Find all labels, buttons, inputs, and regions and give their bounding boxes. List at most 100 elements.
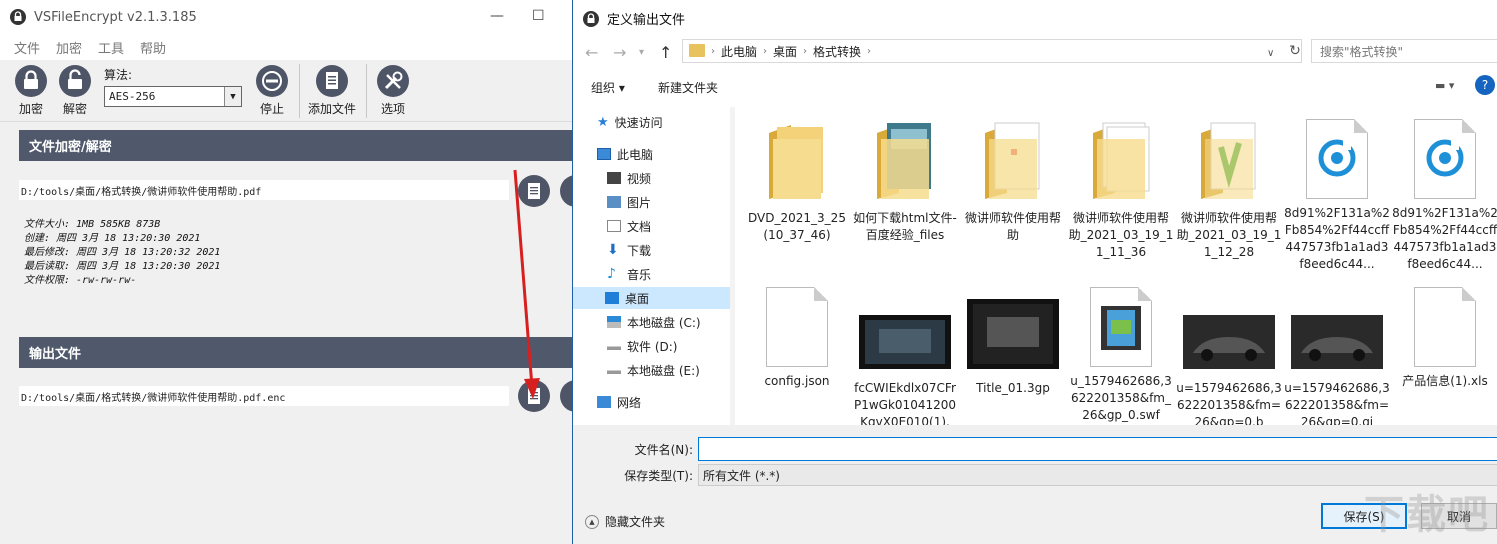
folder-icon xyxy=(769,125,823,199)
file-item[interactable]: 8d91%2F131a%2Fb854%2Ff44ccff447573fb1a1a… xyxy=(1392,119,1497,273)
recent-chevron-icon[interactable]: ▾ xyxy=(639,47,644,58)
view-options-icon[interactable]: ▬ ▾ xyxy=(1435,79,1454,92)
nav-downloads[interactable]: ⬇ 下载 xyxy=(607,239,651,261)
nav-disk-c[interactable]: 本地磁盘 (C:) xyxy=(607,311,701,333)
algorithm-select[interactable]: AES-256 ▼ xyxy=(104,86,242,107)
command-bar: 组织 ▾ 新建文件夹 ▬ ▾ ? xyxy=(573,67,1497,107)
chevron-down-icon[interactable]: ∨ xyxy=(1267,48,1274,59)
minimize-button[interactable]: — xyxy=(490,8,504,24)
file-item[interactable]: 微讲师软件使用帮助_2021_03_19_11_11_36 xyxy=(1068,119,1174,261)
organize-button[interactable]: 组织 ▾ xyxy=(591,79,625,96)
app-title: VSFileEncrypt v2.1.3.185 xyxy=(34,9,197,25)
file-item[interactable]: Title_01.3gp xyxy=(960,287,1066,397)
nav-scrollbar[interactable] xyxy=(730,107,735,425)
nav-downloads-label: 下载 xyxy=(627,243,652,258)
nav-this-pc-label: 此电脑 xyxy=(617,147,654,162)
nav-documents-label: 文档 xyxy=(627,219,652,234)
nav-documents[interactable]: 文档 xyxy=(607,215,651,237)
menu-file[interactable]: 文件 xyxy=(14,38,40,57)
nav-music[interactable]: ♪ 音乐 xyxy=(607,263,651,285)
file-list: DVD_2021_3_25 (10_37_46) 如何下载html文件-百度经验… xyxy=(736,107,1497,425)
file-name: u=1579462686,3622201358&fm=26&gp=0.gi xyxy=(1284,381,1390,425)
lock-open-icon xyxy=(59,65,91,97)
file-item[interactable]: 如何下载html文件-百度经验_files xyxy=(852,119,958,244)
organize-label: 组织 xyxy=(591,81,616,95)
filetype-label: 保存类型(T): xyxy=(624,469,693,483)
desktop-icon xyxy=(605,292,619,304)
nav-desktop[interactable]: 桌面 xyxy=(573,287,730,309)
nav-disk-c-label: 本地磁盘 (C:) xyxy=(627,315,701,330)
dialog-bottom-panel: 文件名(N): 保存类型(T): 所有文件 (*.*) ▲ 隐藏文件夹 保存(S… xyxy=(573,425,1497,544)
file-name: 如何下载html文件-百度经验_files xyxy=(853,211,957,242)
menu-help[interactable]: 帮助 xyxy=(140,38,166,57)
nav-music-label: 音乐 xyxy=(627,267,652,282)
nav-videos-label: 视频 xyxy=(627,171,652,186)
document-icon xyxy=(528,183,540,199)
add-file-button[interactable]: 添加文件 xyxy=(308,64,356,117)
nav-network[interactable]: 网络 xyxy=(597,391,641,413)
maximize-button[interactable]: ☐ xyxy=(532,8,545,24)
decrypt-button[interactable]: 解密 xyxy=(58,64,92,117)
output-path-field[interactable]: D:/tools/桌面/格式转换/微讲师软件使用帮助.pdf.enc xyxy=(19,386,509,406)
app-menubar: 文件 加密 工具 帮助 xyxy=(0,34,574,60)
options-button[interactable]: 选项 xyxy=(376,64,410,117)
breadcrumb-format-convert[interactable]: 格式转换 xyxy=(813,43,861,60)
file-item[interactable]: DVD_2021_3_25 (10_37_46) xyxy=(744,119,850,244)
file-item[interactable]: u=1579462686,3622201358&fm=26&gp=0.b xyxy=(1176,287,1282,425)
nav-this-pc[interactable]: 此电脑 xyxy=(597,143,653,165)
refresh-icon[interactable]: ↻ xyxy=(1283,39,1307,63)
file-item[interactable]: u_1579462686,3622201358&fm_26&gp_0.swf xyxy=(1068,287,1174,424)
toolbar-separator xyxy=(366,64,367,118)
file-name: 微讲师软件使用帮助 xyxy=(964,211,1061,242)
nav-disk-e[interactable]: 本地磁盘 (E:) xyxy=(607,359,700,381)
nav-disk-d[interactable]: 软件 (D:) xyxy=(607,335,677,357)
forward-arrow-icon[interactable]: → xyxy=(613,43,626,62)
tools-icon xyxy=(377,65,409,97)
nav-pictures-label: 图片 xyxy=(627,195,652,210)
browse-output-button[interactable] xyxy=(518,380,550,412)
video-thumbnail-icon xyxy=(859,315,951,369)
file-name: 8d91%2F131a%2Fb854%2Ff44ccff447573fb1a1a… xyxy=(1392,206,1497,271)
file-item[interactable]: fcCWIEkdlx07CFrP1wGk01041200KqvX0E010(1)… xyxy=(852,287,958,425)
browse-input-button[interactable] xyxy=(518,175,550,207)
breadcrumb-this-pc[interactable]: 此电脑 xyxy=(721,43,757,60)
nav-videos[interactable]: 视频 xyxy=(607,167,651,189)
filename-input[interactable] xyxy=(698,437,1497,461)
file-item[interactable]: 微讲师软件使用帮助_2021_03_19_11_12_28 xyxy=(1176,119,1282,261)
breadcrumb-separator: › xyxy=(763,45,768,57)
algorithm-value: AES-256 xyxy=(109,90,156,103)
spreadsheet-file-icon xyxy=(1414,287,1476,367)
hide-folders-label: 隐藏文件夹 xyxy=(605,515,666,529)
breadcrumb-desktop[interactable]: 桌面 xyxy=(773,43,797,60)
stop-button[interactable]: 停止 xyxy=(255,64,289,117)
up-arrow-icon[interactable]: ↑ xyxy=(659,43,672,62)
input-path-field[interactable]: D:/tools/桌面/格式转换/微讲师软件使用帮助.pdf xyxy=(19,180,509,200)
file-item[interactable]: 产品信息(1).xls xyxy=(1392,287,1497,390)
chevron-down-icon[interactable]: ▼ xyxy=(224,87,241,106)
file-item[interactable]: 8d91%2F131a%2Fb854%2Ff44ccff447573fb1a1a… xyxy=(1284,119,1390,273)
file-name: 8d91%2F131a%2Fb854%2Ff44ccff447573fb1a1a… xyxy=(1284,206,1390,271)
file-name: 产品信息(1).xls xyxy=(1402,374,1488,388)
file-item[interactable]: u=1579462686,3622201358&fm=26&gp=0.gi xyxy=(1284,287,1390,425)
search-input[interactable]: 搜索"格式转换" xyxy=(1311,39,1497,63)
hide-folders-toggle[interactable]: ▲ 隐藏文件夹 xyxy=(585,513,665,530)
computer-icon xyxy=(597,148,611,160)
file-item[interactable]: config.json xyxy=(744,287,850,390)
menu-encrypt[interactable]: 加密 xyxy=(56,38,82,57)
back-arrow-icon[interactable]: ← xyxy=(585,43,598,62)
help-icon[interactable]: ? xyxy=(1475,75,1495,95)
breadcrumb-separator: › xyxy=(867,45,872,57)
nav-quick-access[interactable]: ★ 快速访问 xyxy=(597,111,663,133)
car-image-thumbnail-icon xyxy=(1291,315,1383,369)
file-name: fcCWIEkdlx07CFrP1wGk01041200KqvX0E010(1)… xyxy=(853,381,956,425)
algorithm-label: 算法: xyxy=(104,68,133,82)
nav-pictures[interactable]: 图片 xyxy=(607,191,651,213)
file-item[interactable]: 微讲师软件使用帮助 xyxy=(960,119,1066,244)
app-titlebar: VSFileEncrypt v2.1.3.185 — ☐ xyxy=(0,0,574,34)
menu-tools[interactable]: 工具 xyxy=(98,38,124,57)
new-folder-button[interactable]: 新建文件夹 xyxy=(658,79,718,96)
address-bar[interactable]: › 此电脑 › 桌面 › 格式转换 › ∨ xyxy=(682,39,1302,63)
accessed-info: 最后读取: 周四 3月 18 13:20:30 2021 xyxy=(24,261,221,272)
nav-desktop-label: 桌面 xyxy=(625,291,650,306)
encrypt-button[interactable]: 加密 xyxy=(14,64,48,117)
